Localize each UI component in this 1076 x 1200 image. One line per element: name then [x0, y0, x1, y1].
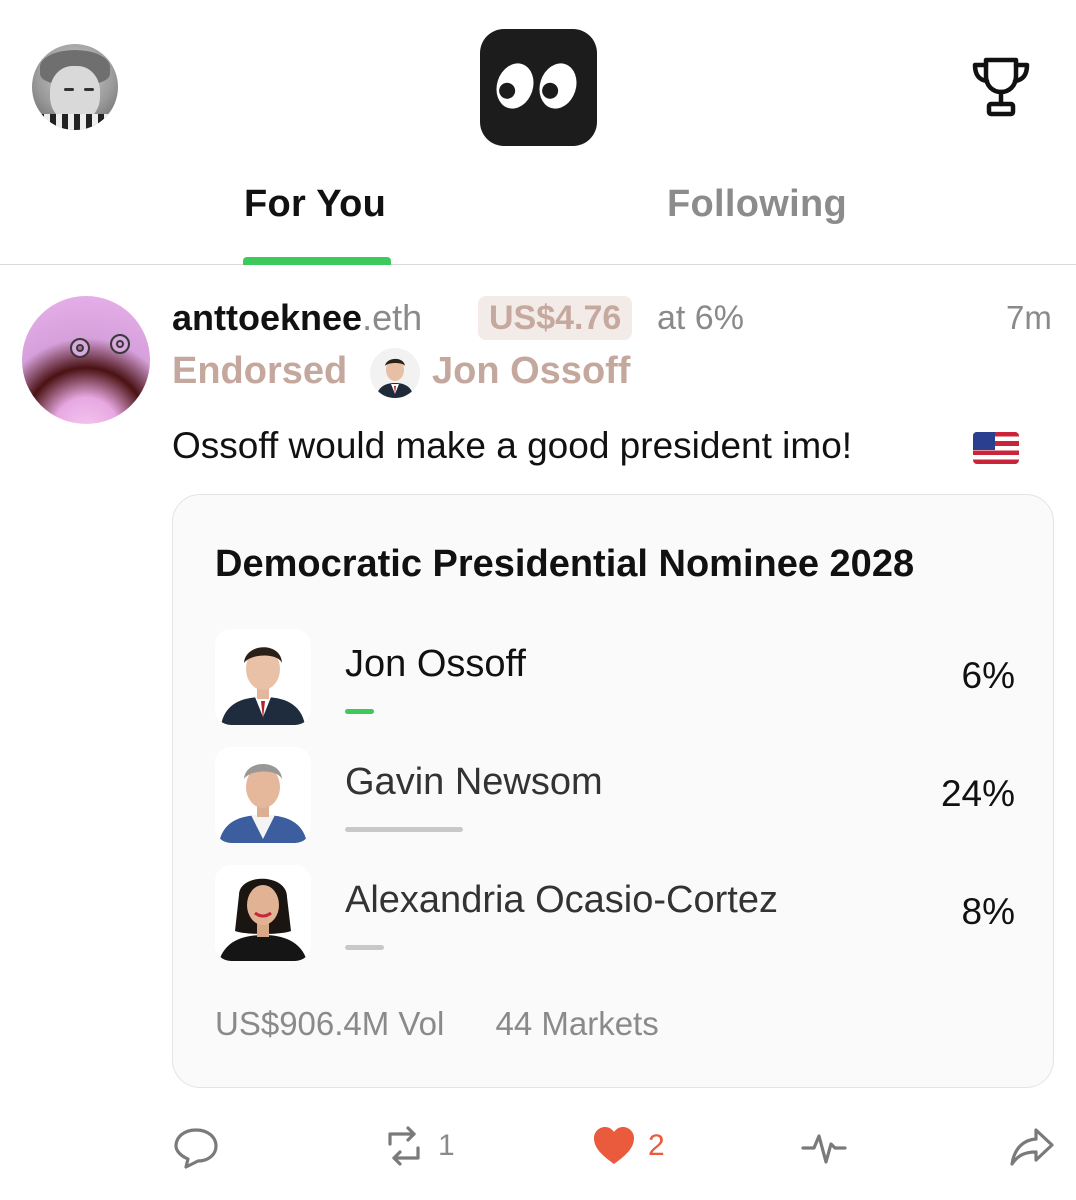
top-bar	[0, 0, 1076, 160]
us-flag-icon	[973, 432, 1019, 464]
candidate-photo	[215, 865, 311, 961]
market-outcome-row[interactable]: Alexandria Ocasio-Cortez 8%	[215, 865, 1015, 965]
like-count: 2	[648, 1129, 665, 1162]
repost-button[interactable]: 1	[380, 1118, 455, 1174]
handle-suffix: .eth	[362, 297, 423, 338]
avatar-eye	[84, 88, 94, 91]
position-amount-badge: US$4.76	[478, 296, 633, 340]
market-card[interactable]: Democratic Presidential Nominee 2028 Jon…	[172, 494, 1054, 1088]
market-outcome-row[interactable]: Jon Ossoff 6%	[215, 629, 1015, 729]
market-outcome-row[interactable]: Gavin Newsom 24%	[215, 747, 1015, 847]
trophy-icon[interactable]	[966, 52, 1036, 122]
outcome-probability-bar	[345, 827, 463, 832]
author-handle[interactable]: anttoeknee.eth	[172, 297, 422, 339]
candidate-photo	[215, 747, 311, 843]
avatar-collar	[38, 114, 112, 130]
profile-avatar[interactable]	[32, 44, 118, 130]
share-arrow-icon	[1010, 1128, 1054, 1166]
activity-button[interactable]	[800, 1118, 848, 1174]
activity-pulse-icon	[801, 1134, 847, 1164]
market-volume: US$906.4M Vol	[215, 1005, 445, 1042]
heart-icon	[594, 1127, 634, 1164]
spiral-eye-icon	[70, 338, 90, 358]
market-footer: US$906.4M Vol 44 Markets	[215, 1005, 701, 1043]
logo-eye-left	[490, 58, 540, 114]
reply-button[interactable]	[172, 1118, 220, 1174]
handle-name: anttoeknee	[172, 297, 363, 338]
outcome-name: Jon Ossoff	[345, 643, 526, 685]
market-title: Democratic Presidential Nominee 2028	[215, 543, 915, 585]
feed-tabs: For You Following	[0, 165, 1076, 265]
post-body: Ossoff would make a good president imo!	[172, 425, 853, 466]
comment-icon	[174, 1128, 218, 1169]
endorsed-label: Endorsed	[172, 350, 348, 392]
market-count[interactable]: 44 Markets	[495, 1005, 658, 1042]
avatar-eye	[64, 88, 74, 91]
outcome-name: Gavin Newsom	[345, 761, 603, 803]
outcome-probability-bar	[345, 945, 384, 950]
logo-eye-right	[533, 58, 583, 114]
outcome-probability-bar	[345, 709, 374, 714]
outcome-percentage: 24%	[940, 773, 1015, 814]
tab-for-you[interactable]: For You	[244, 183, 386, 226]
candidate-photo	[215, 629, 311, 725]
repost-icon	[388, 1126, 420, 1166]
outcome-percentage: 6%	[961, 655, 1015, 696]
share-button[interactable]	[1008, 1118, 1056, 1174]
outcome-percentage: 8%	[961, 891, 1015, 932]
spiral-eye-icon	[110, 334, 130, 354]
position-price: at 6%	[657, 299, 744, 337]
repost-count: 1	[438, 1129, 455, 1162]
endorsed-candidate-name[interactable]: Jon Ossoff	[432, 350, 630, 393]
app-logo[interactable]	[480, 29, 597, 146]
outcome-name: Alexandria Ocasio-Cortez	[345, 879, 778, 921]
active-tab-indicator	[243, 257, 391, 265]
post-author-avatar[interactable]	[22, 296, 150, 424]
endorsed-candidate-avatar[interactable]	[370, 348, 420, 398]
like-button[interactable]: 2	[590, 1118, 665, 1174]
post-action-bar: 1 2	[0, 1118, 1076, 1178]
post-timestamp: 7m	[1006, 299, 1052, 336]
tab-following[interactable]: Following	[667, 183, 847, 226]
